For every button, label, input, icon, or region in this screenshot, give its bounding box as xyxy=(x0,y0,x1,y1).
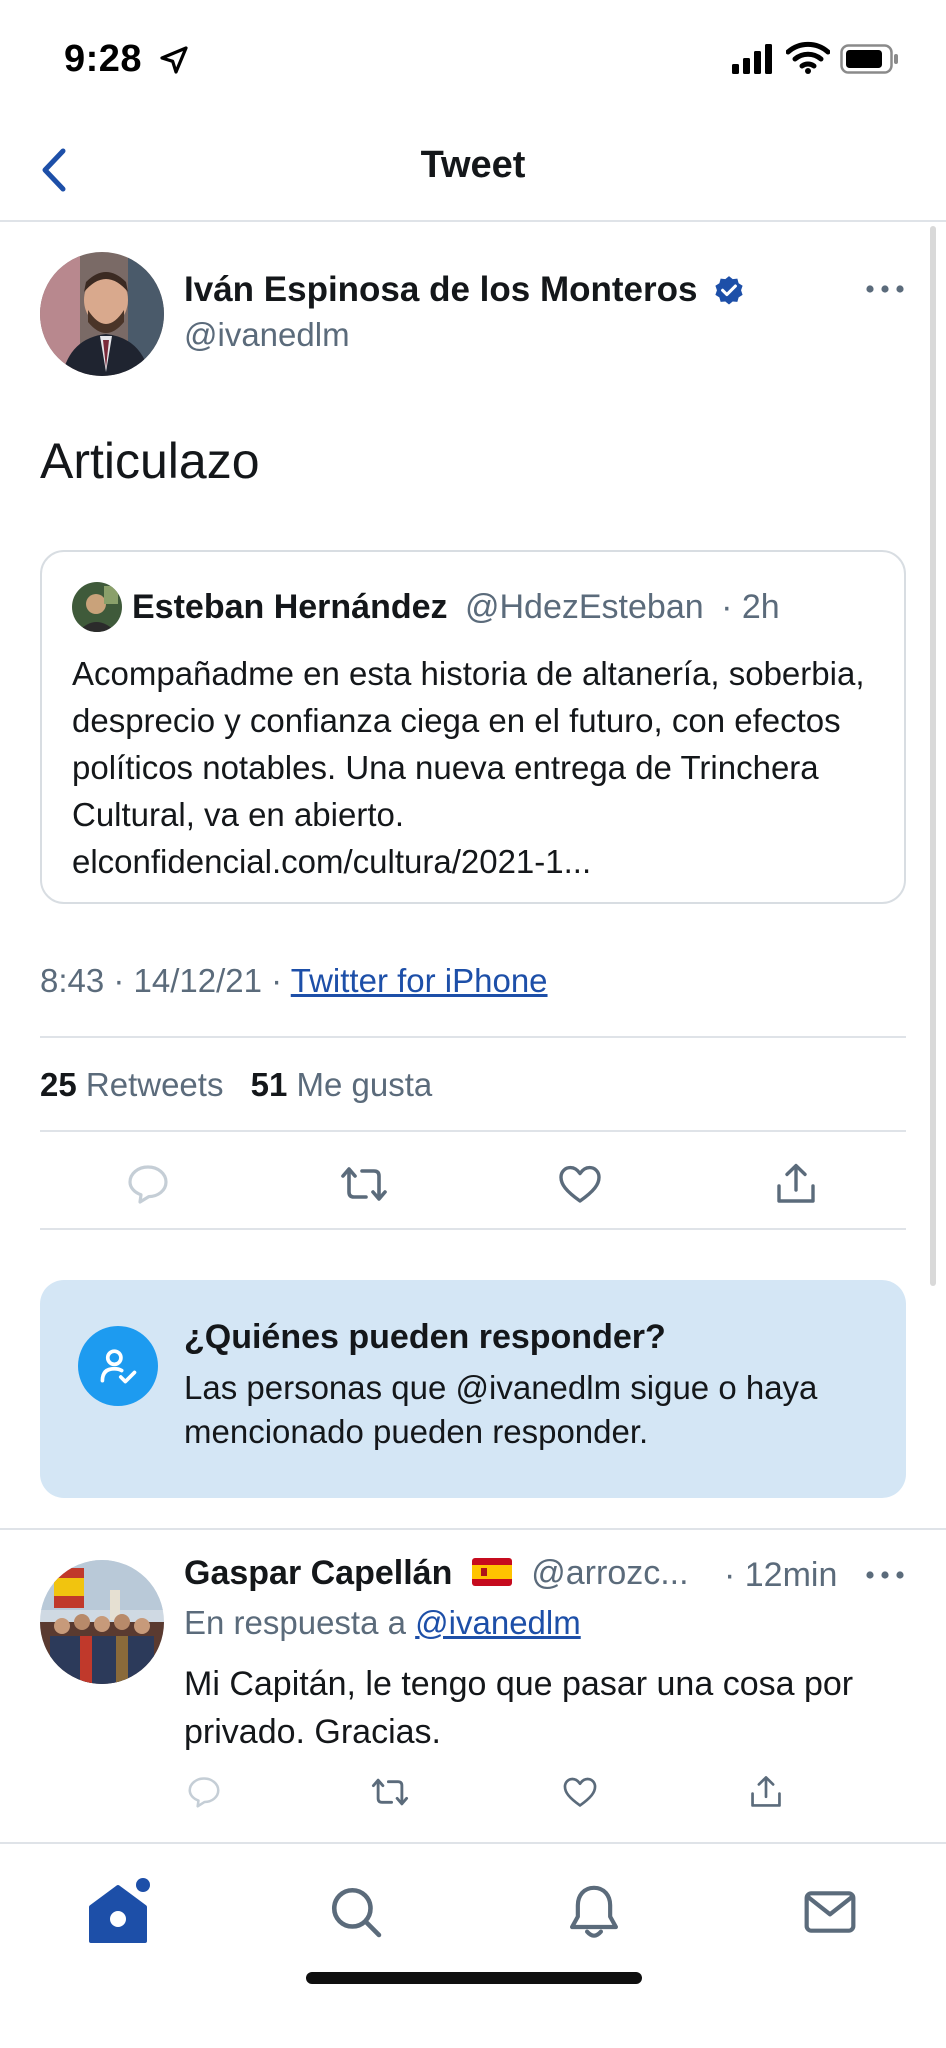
quote-time: · 2h xyxy=(721,588,780,626)
heart-icon xyxy=(560,1773,600,1816)
quote-avatar xyxy=(72,582,122,632)
in-reply-to-link[interactable]: @ivanedlm xyxy=(415,1604,581,1641)
reply-more-button[interactable] xyxy=(862,1556,908,1596)
tweet-text: Articulazo xyxy=(40,433,260,489)
retweets-count: 25 xyxy=(40,1066,77,1103)
bell-icon xyxy=(566,1882,622,1947)
reply-like-button[interactable] xyxy=(558,1772,602,1816)
reply-share-button[interactable] xyxy=(744,1772,788,1816)
reply-restriction-body: Las personas que @ivanedlm sigue o haya … xyxy=(184,1369,818,1450)
wifi-icon xyxy=(785,40,831,79)
divider xyxy=(0,1528,946,1530)
reply-icon xyxy=(185,1773,223,1816)
user-check-icon xyxy=(78,1326,158,1406)
more-horizontal-icon xyxy=(865,281,905,299)
reply-reply-button[interactable] xyxy=(182,1772,226,1816)
likes-count: 51 xyxy=(250,1066,288,1103)
retweet-icon xyxy=(369,1773,411,1816)
quoted-tweet-card[interactable]: Esteban Hernández @HdezEsteban · 2h Acom… xyxy=(40,550,906,904)
battery-icon xyxy=(840,44,900,79)
share-button[interactable] xyxy=(766,1156,826,1216)
more-horizontal-icon xyxy=(865,1567,905,1585)
search-icon xyxy=(327,1883,385,1946)
heart-icon xyxy=(555,1160,605,1213)
quote-author-name: Esteban Hernández xyxy=(132,588,448,626)
retweet-button[interactable] xyxy=(334,1156,394,1216)
tweet-metadata: 8:43 · 14/12/21 · Twitter for iPhone xyxy=(40,962,548,1000)
likes-stat[interactable]: 51 Me gusta xyxy=(251,1066,433,1103)
nav-bar: Tweet xyxy=(0,120,946,222)
tweet-stats: 25 Retweets 51 Me gusta xyxy=(40,1066,432,1104)
reply-author-name[interactable]: Gaspar Capellán xyxy=(184,1554,452,1592)
scrollbar[interactable] xyxy=(930,226,936,1286)
status-time: 9:28 xyxy=(64,38,143,80)
tab-notifications[interactable] xyxy=(554,1874,634,1954)
reply-avatar[interactable] xyxy=(40,1560,164,1684)
author-avatar[interactable] xyxy=(40,252,164,376)
reply-button[interactable] xyxy=(118,1156,178,1216)
retweets-label: Retweets xyxy=(85,1066,224,1103)
mail-icon xyxy=(802,1887,858,1942)
verified-badge-icon xyxy=(712,274,746,313)
tweet-timestamp: 8:43 · 14/12/21 · xyxy=(40,962,283,999)
home-icon xyxy=(85,1877,151,1952)
reply-restriction-notice: ¿Quiénes pueden responder? Las personas … xyxy=(40,1280,906,1498)
share-icon xyxy=(772,1159,820,1214)
like-button[interactable] xyxy=(550,1156,610,1216)
share-icon xyxy=(747,1772,785,1817)
tab-home[interactable] xyxy=(78,1874,158,1954)
quote-header: Esteban Hernández @HdezEsteban · 2h xyxy=(132,588,780,627)
in-reply-to-prefix: En respuesta a xyxy=(184,1604,406,1641)
likes-label: Me gusta xyxy=(296,1066,433,1103)
divider xyxy=(40,1228,906,1230)
reply-retweet-button[interactable] xyxy=(368,1772,412,1816)
cellular-signal-icon xyxy=(732,44,776,79)
tab-search[interactable] xyxy=(316,1874,396,1954)
reply-icon xyxy=(124,1160,172,1213)
page-title: Tweet xyxy=(420,144,526,186)
reply-author-handle[interactable]: @arrozc... xyxy=(531,1554,688,1592)
in-reply-to: En respuesta a @ivanedlm xyxy=(184,1604,581,1642)
author-name[interactable]: Iván Espinosa de los Monteros xyxy=(184,270,697,310)
retweet-icon xyxy=(338,1160,390,1213)
location-arrow-icon xyxy=(158,44,190,81)
reply-text: Mi Capitán, le tengo que pasar una cosa … xyxy=(184,1665,854,1751)
retweets-stat[interactable]: 25 Retweets xyxy=(40,1066,233,1103)
reply-time: · 12min xyxy=(724,1556,838,1594)
reply-restriction-title: ¿Quiénes pueden responder? xyxy=(184,1318,666,1356)
tab-bar xyxy=(0,1844,946,2048)
status-bar: 9:28 xyxy=(0,0,946,120)
quote-author-handle: @HdezEsteban xyxy=(464,588,704,626)
author-handle[interactable]: @ivanedlm xyxy=(184,316,350,354)
divider xyxy=(40,1036,906,1038)
spain-flag-icon xyxy=(471,1556,512,1595)
home-indicator[interactable] xyxy=(306,1972,642,1984)
tab-messages[interactable] xyxy=(790,1874,870,1954)
more-button[interactable] xyxy=(862,270,908,310)
tweet-source-link[interactable]: Twitter for iPhone xyxy=(291,962,548,999)
quote-text: Acompañadme en esta historia de altanerí… xyxy=(72,655,865,880)
reply-header: Gaspar Capellán @arrozc... xyxy=(184,1554,689,1595)
divider xyxy=(40,1130,906,1132)
